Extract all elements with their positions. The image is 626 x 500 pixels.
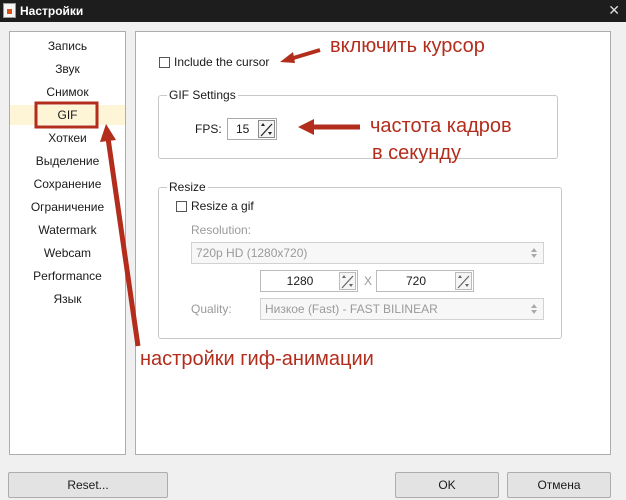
quality-select[interactable]: Низкое (Fast) - FAST BILINEAR — [260, 298, 544, 320]
settings-sidebar: Запись Звук Снимок GIF Хоткеи Выделение … — [9, 31, 126, 455]
height-stepper-icon[interactable] — [455, 272, 472, 290]
reset-button[interactable]: Reset... — [8, 472, 168, 498]
chevron-up-down-icon — [531, 248, 537, 258]
gif-settings-panel: Include the cursor GIF Settings FPS: 15 … — [135, 31, 611, 455]
resize-group: Resize Resize a gif Resolution: 720p HD … — [158, 180, 562, 339]
close-icon[interactable]: ✕ — [608, 2, 620, 19]
app-icon — [3, 3, 16, 18]
sidebar-item-hotkeys[interactable]: Хоткеи — [10, 128, 125, 148]
gif-settings-title: GIF Settings — [167, 88, 238, 102]
fps-value[interactable]: 15 — [236, 119, 249, 139]
width-stepper-icon[interactable] — [339, 272, 356, 290]
sidebar-item-selection[interactable]: Выделение — [10, 151, 125, 171]
annotation-fps-line2: в секунду — [372, 142, 461, 164]
resolution-label: Resolution: — [191, 223, 252, 237]
resize-gif-checkbox[interactable] — [176, 201, 187, 212]
quality-value: Низкое (Fast) - FAST BILINEAR — [265, 302, 438, 316]
sidebar-item-watermark[interactable]: Watermark — [10, 220, 125, 240]
height-value[interactable]: 720 — [377, 271, 455, 291]
annotation-fps-line1: частота кадров — [370, 115, 512, 137]
sidebar-item-record[interactable]: Запись — [10, 36, 125, 56]
window-title: Настройки — [20, 4, 84, 18]
width-spinbox[interactable]: 1280 — [260, 270, 358, 292]
annotation-gif-settings: настройки гиф-анимации — [140, 348, 374, 370]
title-bar: Настройки ✕ — [0, 0, 626, 22]
sidebar-item-sound[interactable]: Звук — [10, 59, 125, 79]
chevron-up-down-icon — [531, 304, 537, 314]
fps-label: FPS: — [195, 122, 222, 136]
width-value[interactable]: 1280 — [261, 271, 339, 291]
fps-spinbox[interactable]: 15 — [227, 118, 277, 140]
sidebar-item-webcam[interactable]: Webcam — [10, 243, 125, 263]
resolution-select[interactable]: 720p HD (1280x720) — [191, 242, 544, 264]
annotation-cursor: включить курсор — [330, 35, 485, 57]
sidebar-item-limit[interactable]: Ограничение — [10, 197, 125, 217]
include-cursor-checkbox[interactable] — [159, 57, 170, 68]
resolution-value: 720p HD (1280x720) — [196, 246, 308, 260]
sidebar-item-saving[interactable]: Сохранение — [10, 174, 125, 194]
cancel-button[interactable]: Отмена — [507, 472, 611, 498]
height-spinbox[interactable]: 720 — [376, 270, 474, 292]
sidebar-item-gif[interactable]: GIF — [10, 105, 125, 125]
ok-button[interactable]: OK — [395, 472, 499, 498]
resize-title: Resize — [167, 180, 208, 194]
include-cursor-label[interactable]: Include the cursor — [174, 55, 269, 69]
resize-gif-label[interactable]: Resize a gif — [191, 199, 254, 213]
sidebar-item-language[interactable]: Язык — [10, 289, 125, 309]
dimension-x-label: X — [364, 274, 373, 288]
sidebar-item-screenshot[interactable]: Снимок — [10, 82, 125, 102]
fps-stepper-icon[interactable] — [258, 120, 275, 138]
quality-label: Quality: — [191, 302, 232, 316]
sidebar-item-performance[interactable]: Performance — [10, 266, 125, 286]
